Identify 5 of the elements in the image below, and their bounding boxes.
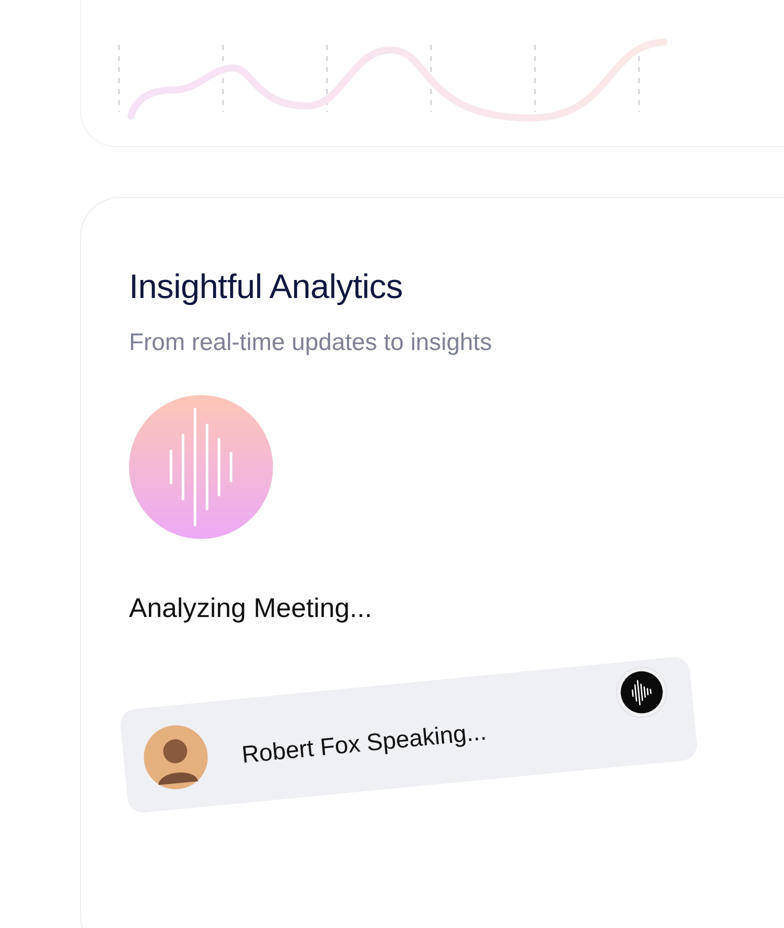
speaker-label: Robert Fox Speaking... xyxy=(240,717,489,770)
card-title: Insightful Analytics xyxy=(129,268,404,307)
card-subtitle: From real-time updates to insights xyxy=(129,329,493,357)
status-text: Analyzing Meeting... xyxy=(129,593,374,624)
sound-wave-icon xyxy=(129,395,273,539)
